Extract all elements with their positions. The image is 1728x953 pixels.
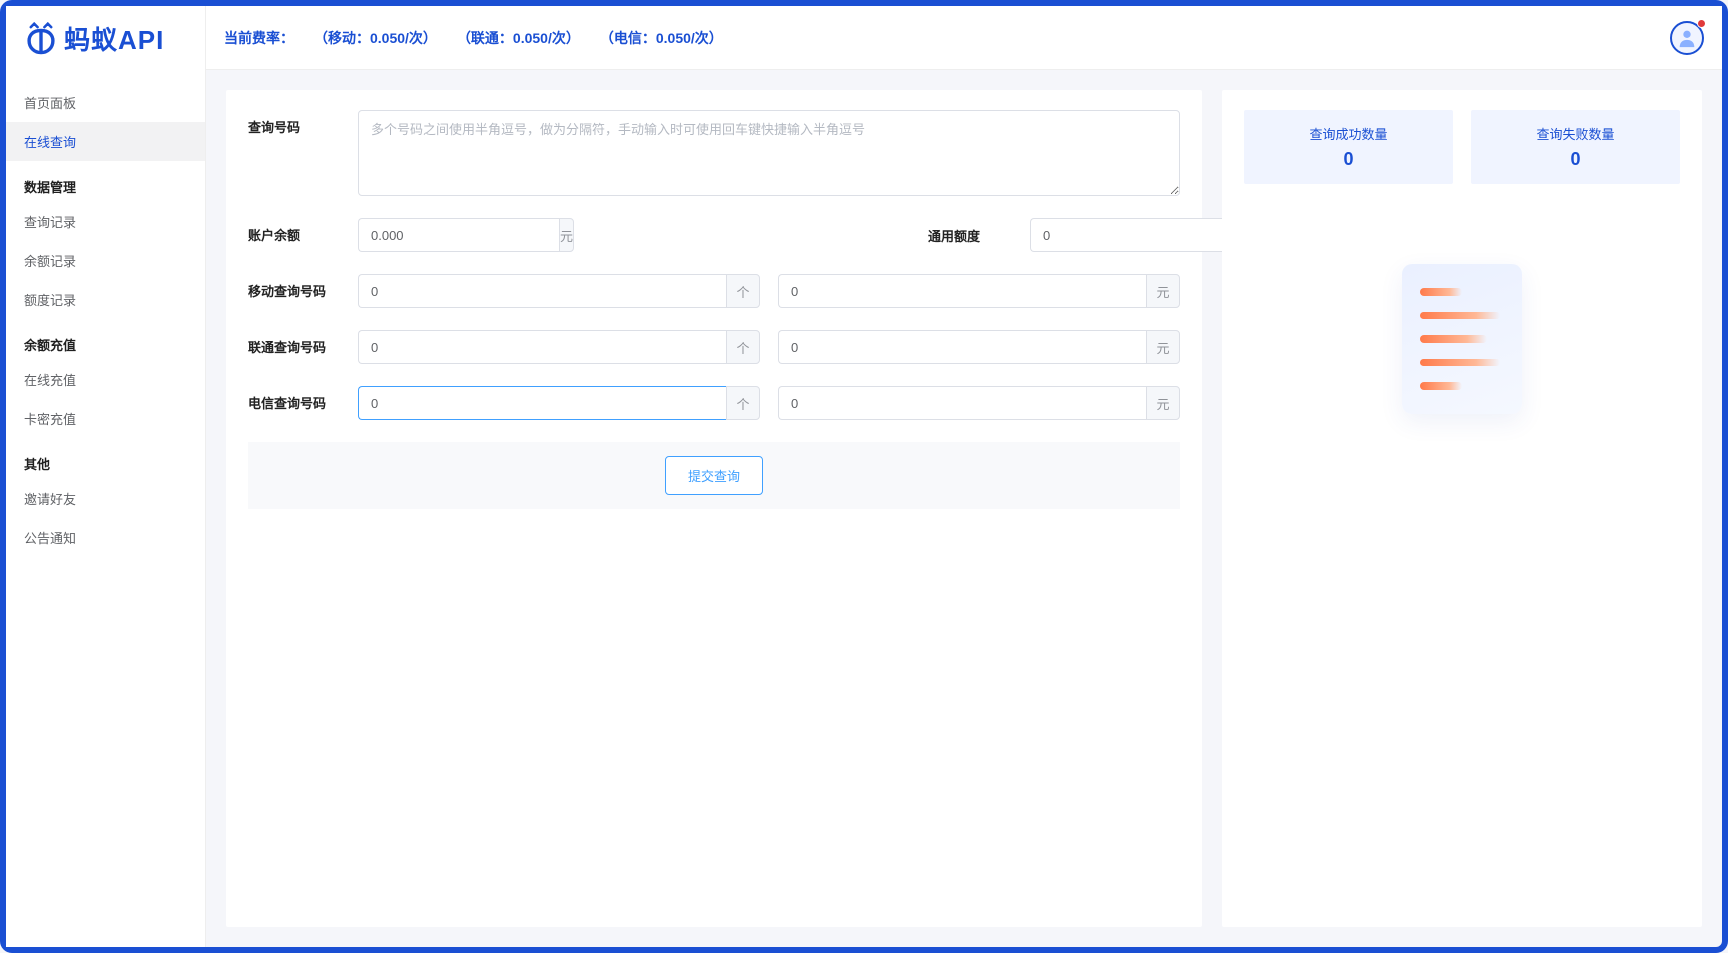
unicom-price-input[interactable] (778, 330, 1146, 364)
balance-input[interactable] (358, 218, 559, 252)
nav-quota-records[interactable]: 额度记录 (6, 280, 205, 319)
mobile-price-input[interactable] (778, 274, 1146, 308)
stat-success-label: 查询成功数量 (1258, 124, 1439, 143)
rate-label: 当前费率： (224, 28, 294, 48)
mobile-count-unit: 个 (726, 274, 760, 308)
nav-query-records[interactable]: 查询记录 (6, 202, 205, 241)
nav-balance-records[interactable]: 余额记录 (6, 241, 205, 280)
header: 当前费率： （移动：0.050/次） （联通：0.050/次） （电信：0.05… (206, 6, 1722, 70)
nav-announce[interactable]: 公告通知 (6, 518, 205, 557)
rate-unicom: （联通：0.050/次） (457, 28, 580, 48)
stat-success-value: 0 (1258, 149, 1439, 170)
logo-text: 蚂蚁API (64, 20, 164, 57)
notification-dot-icon (1697, 19, 1706, 28)
mobile-price-unit: 元 (1146, 274, 1180, 308)
nav-online-query[interactable]: 在线查询 (6, 122, 205, 161)
sidebar: 蚂蚁API 首页面板 在线查询 数据管理 查询记录 余额记录 额度记录 余额充值… (6, 6, 206, 947)
telecom-count-unit: 个 (726, 386, 760, 420)
stats-panel: 查询成功数量 0 查询失败数量 0 (1222, 90, 1702, 927)
stat-success: 查询成功数量 0 (1244, 110, 1453, 184)
rate-mobile: （移动：0.050/次） (314, 28, 437, 48)
submit-bar: 提交查询 (248, 442, 1180, 509)
nav-online-recharge[interactable]: 在线充值 (6, 360, 205, 399)
quota-input[interactable] (1030, 218, 1231, 252)
mobile-count-input[interactable] (358, 274, 726, 308)
logo-icon (24, 22, 58, 56)
logo: 蚂蚁API (6, 6, 205, 75)
stat-fail-label: 查询失败数量 (1485, 124, 1666, 143)
rate-info: 当前费率： （移动：0.050/次） （联通：0.050/次） （电信：0.05… (224, 28, 723, 48)
nav-dashboard[interactable]: 首页面板 (6, 83, 205, 122)
nav-card-recharge[interactable]: 卡密充值 (6, 399, 205, 438)
main: 当前费率： （移动：0.050/次） （联通：0.050/次） （电信：0.05… (206, 6, 1722, 947)
telecom-count-input[interactable] (358, 386, 726, 420)
stat-fail-value: 0 (1485, 149, 1666, 170)
nav-group-recharge: 余额充值 (6, 325, 205, 360)
user-menu[interactable] (1670, 21, 1704, 55)
unicom-label: 联通查询号码 (248, 330, 358, 356)
nav: 首页面板 在线查询 数据管理 查询记录 余额记录 额度记录 余额充值 在线充值 … (6, 75, 205, 565)
rate-telecom: （电信：0.050/次） (600, 28, 723, 48)
query-form-panel: 查询号码 账户余额 元 通用额度 (226, 90, 1202, 927)
content: 查询号码 账户余额 元 通用额度 (206, 70, 1722, 947)
telecom-price-input[interactable] (778, 386, 1146, 420)
nav-group-other: 其他 (6, 444, 205, 479)
stat-fail: 查询失败数量 0 (1471, 110, 1680, 184)
submit-button[interactable]: 提交查询 (665, 456, 763, 495)
unicom-price-unit: 元 (1146, 330, 1180, 364)
empty-state-icon (1402, 264, 1522, 414)
unicom-count-unit: 个 (726, 330, 760, 364)
nav-group-data: 数据管理 (6, 167, 205, 202)
empty-state (1244, 212, 1680, 414)
balance-label: 账户余额 (248, 218, 358, 244)
query-number-input[interactable] (358, 110, 1180, 196)
telecom-price-unit: 元 (1146, 386, 1180, 420)
unicom-count-input[interactable] (358, 330, 726, 364)
quota-label: 通用额度 (928, 226, 980, 245)
nav-invite[interactable]: 邀请好友 (6, 479, 205, 518)
query-number-label: 查询号码 (248, 110, 358, 136)
mobile-label: 移动查询号码 (248, 274, 358, 300)
telecom-label: 电信查询号码 (248, 386, 358, 412)
